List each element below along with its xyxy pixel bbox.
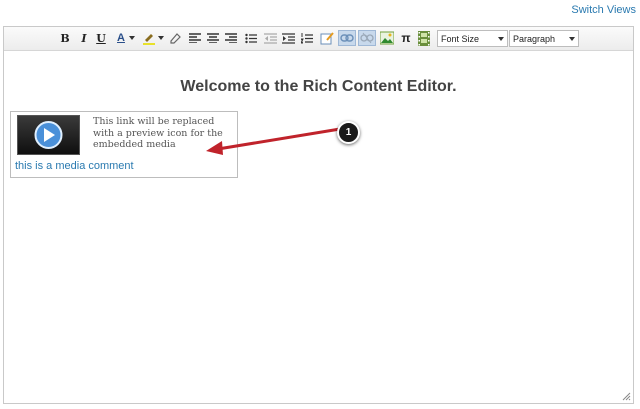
underline-button[interactable]: U: [95, 30, 107, 46]
paragraph-select-label: Paragraph: [513, 33, 556, 44]
media-thumbnail: [17, 115, 80, 155]
bullet-list-icon[interactable]: [245, 30, 257, 46]
align-left-icon[interactable]: [189, 30, 201, 46]
chevron-down-icon: [498, 37, 504, 41]
bold-button[interactable]: B: [59, 30, 71, 46]
align-center-icon[interactable]: [207, 30, 219, 46]
highlight-color-icon[interactable]: [141, 30, 157, 46]
font-size-select-label: Font Size: [441, 33, 480, 44]
link-icon[interactable]: [338, 30, 356, 46]
rich-content-editor: B I U A π Font Size Paragraph Welcome to…: [3, 26, 634, 404]
highlight-dropdown-icon[interactable]: [158, 30, 164, 46]
eraser-icon[interactable]: [168, 30, 182, 46]
font-size-select[interactable]: Font Size: [437, 30, 508, 47]
italic-button[interactable]: I: [78, 30, 90, 46]
text-color-dropdown-icon[interactable]: [129, 30, 135, 46]
paragraph-select[interactable]: Paragraph: [509, 30, 579, 47]
callout-badge: 1: [337, 121, 360, 144]
editor-toolbar: B I U A π Font Size Paragraph: [4, 27, 633, 51]
unlink-icon[interactable]: [358, 30, 376, 46]
indent-icon[interactable]: [282, 30, 295, 46]
page-heading: Welcome to the Rich Content Editor.: [180, 78, 457, 95]
media-comment-link[interactable]: this is a media comment: [15, 160, 134, 172]
numbered-list-icon[interactable]: [301, 30, 313, 46]
equation-icon[interactable]: π: [400, 30, 412, 46]
edit-table-icon[interactable]: [320, 30, 334, 46]
text-color-button[interactable]: A: [114, 30, 128, 46]
resize-handle-icon[interactable]: [622, 392, 631, 401]
outdent-icon[interactable]: [264, 30, 277, 46]
chevron-down-icon: [569, 37, 575, 41]
play-icon: [34, 121, 63, 149]
editor-content-area[interactable]: Welcome to the Rich Content Editor. This…: [4, 51, 633, 403]
align-right-icon[interactable]: [225, 30, 237, 46]
switch-views-link[interactable]: Switch Views: [571, 4, 636, 16]
insert-image-icon[interactable]: [380, 30, 394, 46]
callout-arrow: [206, 127, 342, 155]
media-film-icon[interactable]: [418, 30, 430, 46]
